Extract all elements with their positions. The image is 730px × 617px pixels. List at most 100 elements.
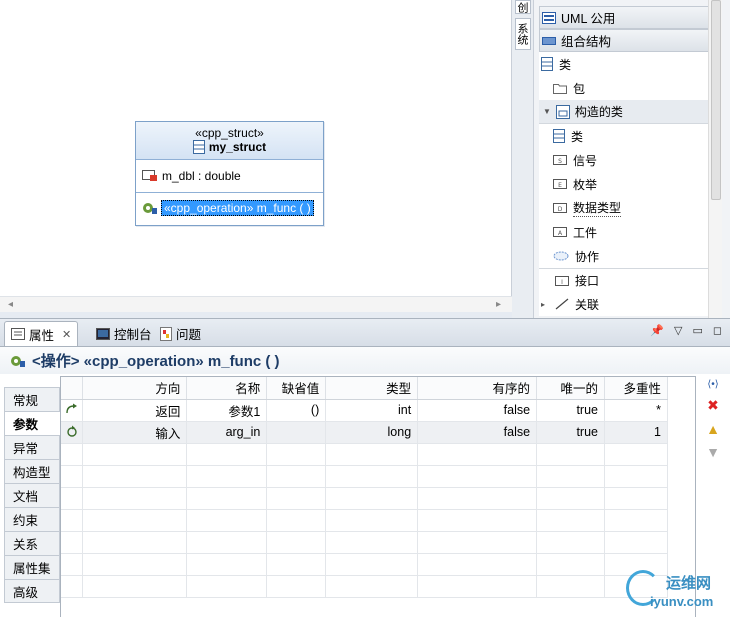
delete-icon[interactable]: ✖ <box>707 397 719 414</box>
side-tab-general[interactable]: 常规 <box>4 387 60 411</box>
cell-unique[interactable]: true <box>536 421 605 444</box>
drawer-uml-common[interactable]: UML 公用 <box>539 6 720 29</box>
cell-default[interactable] <box>266 421 327 444</box>
column-type[interactable]: 类型 <box>325 377 419 400</box>
cell-default[interactable]: () <box>266 399 327 422</box>
column-unique[interactable]: 唯一的 <box>536 377 605 400</box>
maximize-icon[interactable]: ◻ <box>713 324 722 337</box>
scroll-left-icon[interactable]: ◂ <box>8 299 13 310</box>
attribute-label: m_dbl : double <box>162 169 241 183</box>
parameter-actions: ⟨•⟩ ✖ ▲ ▼ <box>702 379 724 460</box>
cell-name[interactable]: arg_in <box>186 421 268 444</box>
move-down-icon[interactable]: ▼ <box>706 444 720 460</box>
side-tab-advanced[interactable]: 高级 <box>4 579 60 603</box>
side-tab-documentation[interactable]: 文档 <box>4 483 60 507</box>
cell-multiplicity[interactable]: * <box>604 399 668 422</box>
cell-name[interactable]: 参数1 <box>186 399 268 422</box>
insert-param-icon[interactable]: ⟨•⟩ <box>707 379 718 390</box>
tab-properties[interactable]: 属性 ✕ <box>4 321 79 346</box>
side-tab-stereotypes[interactable]: 构造型 <box>4 459 60 483</box>
palette-item-enumeration[interactable]: E 枚举 <box>539 172 720 196</box>
palette-item-datatype[interactable]: D 数据类型 <box>539 196 720 220</box>
palette-item-package[interactable]: 包 <box>539 76 720 100</box>
minimize-icon[interactable]: ▭ <box>692 324 702 337</box>
struct-attribute[interactable]: m_dbl : double <box>136 160 323 193</box>
view-tab-bar: 属性 ✕ 控制台 问题 📌 ▽ ▭ ◻ <box>0 319 730 347</box>
struct-header[interactable]: «cpp_struct» my_struct <box>136 122 323 160</box>
operation-label[interactable]: «cpp_operation» m_func ( ) <box>161 200 314 216</box>
console-icon <box>96 327 110 340</box>
svg-text:E: E <box>558 182 562 189</box>
side-tab-relationships[interactable]: 关系 <box>4 531 60 555</box>
scroll-right-icon[interactable]: ▸ <box>496 299 501 310</box>
chevron-down-icon[interactable]: ▼ <box>543 107 551 116</box>
operation-icon <box>11 355 25 367</box>
return-param-icon <box>61 399 84 422</box>
palette-item-interface[interactable]: I 接口 <box>539 268 720 292</box>
chevron-right-icon[interactable]: ▸ <box>541 300 549 309</box>
palette-stack-structured-class[interactable]: ▼ 构造的类 ⇔ <box>539 100 720 124</box>
vtab-system[interactable]: 系统 <box>515 18 531 50</box>
drawer-composite-structure[interactable]: 组合结构 <box>539 29 720 52</box>
palette-item-association[interactable]: ▸ 关联 <box>539 292 720 316</box>
close-icon[interactable]: ✕ <box>62 328 71 341</box>
pin-view-icon[interactable]: 📌 <box>650 324 664 337</box>
watermark-logo: 运维网 iyunv.com <box>624 568 730 616</box>
properties-view: 属性 ✕ 控制台 问题 📌 ▽ ▭ ◻ <操作> «cpp_operation»… <box>0 318 730 617</box>
struct-shape[interactable]: «cpp_struct» my_struct m_dbl : double «c… <box>135 121 324 226</box>
tab-console[interactable]: 控制台 <box>90 321 158 346</box>
vtab-create[interactable]: 创 <box>515 0 531 14</box>
palette-item-label: 工件 <box>573 225 598 240</box>
interface-icon: I <box>555 275 569 286</box>
cell-type[interactable]: long <box>325 421 419 444</box>
cell-multiplicity[interactable]: 1 <box>604 421 668 444</box>
column-default[interactable]: 缺省值 <box>266 377 327 400</box>
table-row[interactable]: 输入 arg_in long false true 1 <box>61 421 668 444</box>
svg-text:S: S <box>558 158 562 165</box>
palette-item-class[interactable]: 类 ⇔ <box>539 52 720 76</box>
table-row-empty <box>61 465 668 488</box>
watermark-en: iyunv.com <box>650 594 714 609</box>
cell-direction[interactable]: 返回 <box>82 399 188 422</box>
palette-item-signal[interactable]: S 信号 <box>539 148 720 172</box>
move-up-icon[interactable]: ▲ <box>706 421 720 437</box>
palette-scrollbar[interactable] <box>708 0 722 318</box>
view-menu-icon[interactable]: ▽ <box>674 324 682 337</box>
watermark-cn: 运维网 <box>666 575 712 592</box>
palette-item-label: 枚举 <box>573 177 598 192</box>
palette-stack-label: 构造的类 <box>574 105 623 119</box>
palette-item-collaboration[interactable]: 协作 <box>539 244 720 268</box>
side-tab-constraints[interactable]: 约束 <box>4 507 60 531</box>
palette-panel: 创 系统 UML 公用 组合结构 类 ⇔ 包 ▼ 构造的类 ⇔ 类 <box>512 0 730 318</box>
side-tab-parameters[interactable]: 参数 <box>4 411 60 435</box>
canvas-horizontal-scrollbar[interactable]: ◂ ▸ <box>0 296 512 312</box>
class-icon <box>553 129 565 143</box>
struct-operation[interactable]: «cpp_operation» m_func ( ) <box>136 193 323 223</box>
view-toolbar: 📌 ▽ ▭ ◻ <box>650 324 722 337</box>
package-icon <box>553 84 567 94</box>
side-tab-exceptions[interactable]: 异常 <box>4 435 60 459</box>
composite-drawer-icon <box>542 36 556 45</box>
table-row-empty <box>61 575 668 598</box>
table-row-empty <box>61 509 668 532</box>
datatype-icon: D <box>553 203 567 213</box>
palette-item-class[interactable]: 类 <box>539 124 720 148</box>
parameters-table: 方向 名称 缺省值 类型 有序的 唯一的 多重性 返回 参数1 () int f… <box>60 376 696 617</box>
diagram-canvas[interactable]: «cpp_struct» my_struct m_dbl : double «c… <box>0 0 512 318</box>
cell-unique[interactable]: true <box>536 399 605 422</box>
cell-ordered[interactable]: false <box>417 399 538 422</box>
cell-type[interactable]: int <box>325 399 419 422</box>
side-tab-property-sets[interactable]: 属性集 <box>4 555 60 579</box>
palette-item-label: 信号 <box>573 153 598 168</box>
cell-direction[interactable]: 输入 <box>82 421 188 444</box>
tab-problems[interactable]: 问题 <box>154 321 207 346</box>
scrollbar-thumb[interactable] <box>711 0 721 200</box>
properties-icon <box>11 328 25 340</box>
column-name[interactable]: 名称 <box>186 377 268 400</box>
table-row[interactable]: 返回 参数1 () int false true * <box>61 399 668 422</box>
column-ordered[interactable]: 有序的 <box>417 377 538 400</box>
palette-item-artifact[interactable]: A 工件 <box>539 220 720 244</box>
column-direction[interactable]: 方向 <box>82 377 188 400</box>
cell-ordered[interactable]: false <box>417 421 538 444</box>
column-multiplicity[interactable]: 多重性 <box>604 377 668 400</box>
